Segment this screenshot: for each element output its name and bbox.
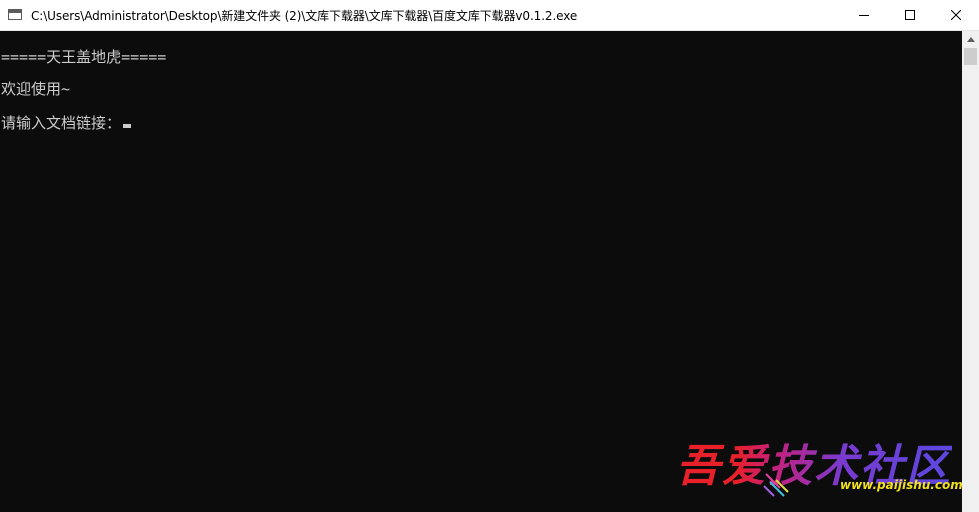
console-window-icon[interactable] xyxy=(8,9,22,20)
sparkle-icon xyxy=(763,473,789,497)
minimize-button[interactable] xyxy=(841,0,887,30)
watermark: 吾爱技术社区 www.paijishu.com xyxy=(676,430,966,504)
chevron-up-icon xyxy=(966,37,975,42)
minimize-icon xyxy=(859,15,869,16)
console-line-welcome: 欢迎使用~ xyxy=(1,80,71,98)
watermark-url: www.paijishu.com xyxy=(840,478,963,492)
maximize-button[interactable] xyxy=(887,0,933,30)
close-icon xyxy=(951,10,961,20)
scrollbar-thumb[interactable] xyxy=(964,48,977,65)
window-title: C:\Users\Administrator\Desktop\新建文件夹 (2)… xyxy=(31,9,578,23)
maximize-icon xyxy=(905,10,915,20)
console-window: C:\Users\Administrator\Desktop\新建文件夹 (2)… xyxy=(0,0,979,512)
close-button[interactable] xyxy=(933,0,979,30)
console-line-banner: =====天王盖地虎===== xyxy=(1,48,167,66)
prompt-text: 请输入文档链接： xyxy=(1,114,122,132)
scroll-up-button[interactable] xyxy=(962,31,979,48)
text-cursor xyxy=(123,124,132,128)
title-bar[interactable]: C:\Users\Administrator\Desktop\新建文件夹 (2)… xyxy=(0,0,979,31)
console-line-prompt: 请输入文档链接： xyxy=(1,112,132,133)
